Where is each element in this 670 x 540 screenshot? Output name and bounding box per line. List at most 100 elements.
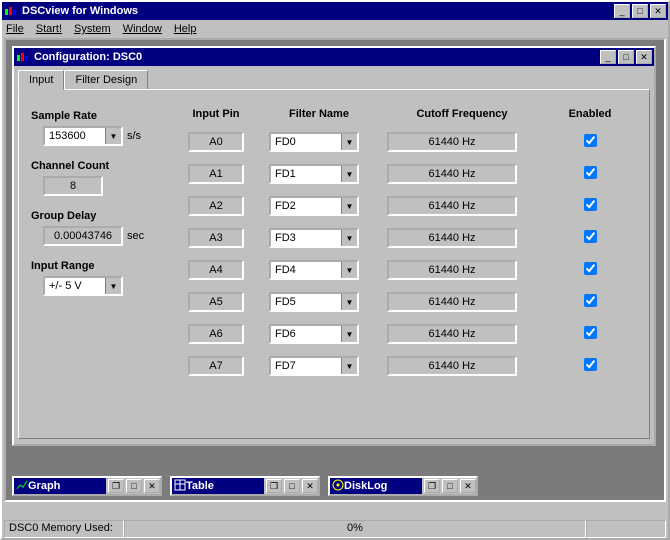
pin-button-A7[interactable]: A7 <box>188 356 244 376</box>
chevron-down-icon: ▼ <box>341 294 357 310</box>
channel-count-label: Channel Count <box>31 160 173 172</box>
config-title-bar: Configuration: DSC0 _ □ ✕ <box>14 48 654 66</box>
cutoff-field-0: 61440 Hz <box>387 132 517 152</box>
chevron-down-icon: ▼ <box>341 230 357 246</box>
config-close-button[interactable]: ✕ <box>636 50 652 64</box>
tab-filter-design[interactable]: Filter Design <box>64 70 148 89</box>
group-delay-field: 0.00043746 <box>43 226 123 246</box>
enabled-checkbox-2[interactable] <box>555 198 625 214</box>
enabled-checkbox-4[interactable] <box>555 262 625 278</box>
cutoff-field-2: 61440 Hz <box>387 196 517 216</box>
config-window: Configuration: DSC0 _ □ ✕ Input Filter D… <box>12 46 656 446</box>
pin-button-A4[interactable]: A4 <box>188 260 244 280</box>
input-range-label: Input Range <box>31 260 173 272</box>
enabled-checkbox-6[interactable] <box>555 326 625 342</box>
graph-window-minimized[interactable]: Graph ❐ □ ✕ <box>12 476 162 496</box>
disklog-title: DiskLog <box>344 480 387 492</box>
graph-title: Graph <box>28 480 60 492</box>
disklog-window-minimized[interactable]: DiskLog ❐ □ ✕ <box>328 476 478 496</box>
menu-system[interactable]: System <box>74 23 111 35</box>
config-maximize-button[interactable]: □ <box>618 50 634 64</box>
enabled-checkbox-3[interactable] <box>555 230 625 246</box>
sample-rate-unit: s/s <box>127 130 141 142</box>
table-maximize-button[interactable]: □ <box>284 479 300 493</box>
cutoff-field-5: 61440 Hz <box>387 292 517 312</box>
chevron-down-icon: ▼ <box>105 128 121 144</box>
pin-button-A1[interactable]: A1 <box>188 164 244 184</box>
graph-close-button[interactable]: ✕ <box>144 479 160 493</box>
left-params: Sample Rate 153600 ▼ s/s Channel Count 8 <box>27 100 177 428</box>
enabled-checkbox-7[interactable] <box>555 358 625 374</box>
filter-dropdown-1[interactable]: FD1▼ <box>269 164 359 184</box>
sample-rate-dropdown[interactable]: 153600 ▼ <box>43 126 123 146</box>
header-filter-name: Filter Name <box>269 108 369 120</box>
cutoff-field-1: 61440 Hz <box>387 164 517 184</box>
graph-maximize-button[interactable]: □ <box>126 479 142 493</box>
chevron-down-icon: ▼ <box>341 166 357 182</box>
main-window: DSCview for Windows _ □ ✕ File Start! Sy… <box>0 0 670 540</box>
tab-panel-input: Sample Rate 153600 ▼ s/s Channel Count 8 <box>18 89 650 439</box>
menu-file[interactable]: File <box>6 23 24 35</box>
disklog-close-button[interactable]: ✕ <box>460 479 476 493</box>
status-memory-label: DSC0 Memory Used: <box>4 520 124 538</box>
disklog-maximize-button[interactable]: □ <box>442 479 458 493</box>
chevron-down-icon: ▼ <box>341 326 357 342</box>
header-input-pin: Input Pin <box>181 108 251 120</box>
filter-dropdown-4[interactable]: FD4▼ <box>269 260 359 280</box>
filter-dropdown-2[interactable]: FD2▼ <box>269 196 359 216</box>
pin-button-A0[interactable]: A0 <box>188 132 244 152</box>
config-minimize-button[interactable]: _ <box>600 50 616 64</box>
filter-dropdown-7[interactable]: FD7▼ <box>269 356 359 376</box>
status-memory-value: 0% <box>124 520 586 538</box>
table-icon <box>174 479 186 494</box>
channels-grid: Input Pin Filter Name Cutoff Frequency E… <box>177 100 641 428</box>
filter-dropdown-3[interactable]: FD3▼ <box>269 228 359 248</box>
status-bar: DSC0 Memory Used: 0% <box>4 520 666 538</box>
menu-start[interactable]: Start! <box>36 23 62 35</box>
main-title-bar: DSCview for Windows _ □ ✕ <box>2 2 668 20</box>
config-icon <box>16 50 30 64</box>
menu-bar: File Start! System Window Help <box>2 20 668 38</box>
header-enabled: Enabled <box>555 108 625 120</box>
tab-input[interactable]: Input <box>18 70 64 90</box>
sample-rate-label: Sample Rate <box>31 110 173 122</box>
enabled-checkbox-5[interactable] <box>555 294 625 310</box>
pin-button-A2[interactable]: A2 <box>188 196 244 216</box>
menu-window[interactable]: Window <box>123 23 162 35</box>
chevron-down-icon: ▼ <box>341 358 357 374</box>
tab-strip: Input Filter Design <box>18 70 650 89</box>
pin-button-A6[interactable]: A6 <box>188 324 244 344</box>
table-window-minimized[interactable]: Table ❐ □ ✕ <box>170 476 320 496</box>
disklog-restore-button[interactable]: ❐ <box>424 479 440 493</box>
menu-help[interactable]: Help <box>174 23 197 35</box>
filter-dropdown-0[interactable]: FD0▼ <box>269 132 359 152</box>
status-blank <box>586 520 666 538</box>
cutoff-field-7: 61440 Hz <box>387 356 517 376</box>
graph-restore-button[interactable]: ❐ <box>108 479 124 493</box>
group-delay-unit: sec <box>127 230 144 242</box>
maximize-button[interactable]: □ <box>632 4 648 18</box>
filter-dropdown-5[interactable]: FD5▼ <box>269 292 359 312</box>
cutoff-field-4: 61440 Hz <box>387 260 517 280</box>
channel-count-field: 8 <box>43 176 103 196</box>
mdi-client: Configuration: DSC0 _ □ ✕ Input Filter D… <box>4 38 666 502</box>
table-title: Table <box>186 480 214 492</box>
table-close-button[interactable]: ✕ <box>302 479 318 493</box>
enabled-checkbox-0[interactable] <box>555 134 625 150</box>
table-restore-button[interactable]: ❐ <box>266 479 282 493</box>
chevron-down-icon: ▼ <box>105 278 121 294</box>
close-button[interactable]: ✕ <box>650 4 666 18</box>
group-delay-label: Group Delay <box>31 210 173 222</box>
pin-button-A3[interactable]: A3 <box>188 228 244 248</box>
filter-dropdown-6[interactable]: FD6▼ <box>269 324 359 344</box>
chevron-down-icon: ▼ <box>341 262 357 278</box>
disklog-icon <box>332 479 344 494</box>
chevron-down-icon: ▼ <box>341 134 357 150</box>
graph-icon <box>16 479 28 494</box>
minimize-button[interactable]: _ <box>614 4 630 18</box>
pin-button-A5[interactable]: A5 <box>188 292 244 312</box>
input-range-dropdown[interactable]: +/- 5 V ▼ <box>43 276 123 296</box>
app-icon <box>4 4 18 18</box>
chevron-down-icon: ▼ <box>341 198 357 214</box>
enabled-checkbox-1[interactable] <box>555 166 625 182</box>
